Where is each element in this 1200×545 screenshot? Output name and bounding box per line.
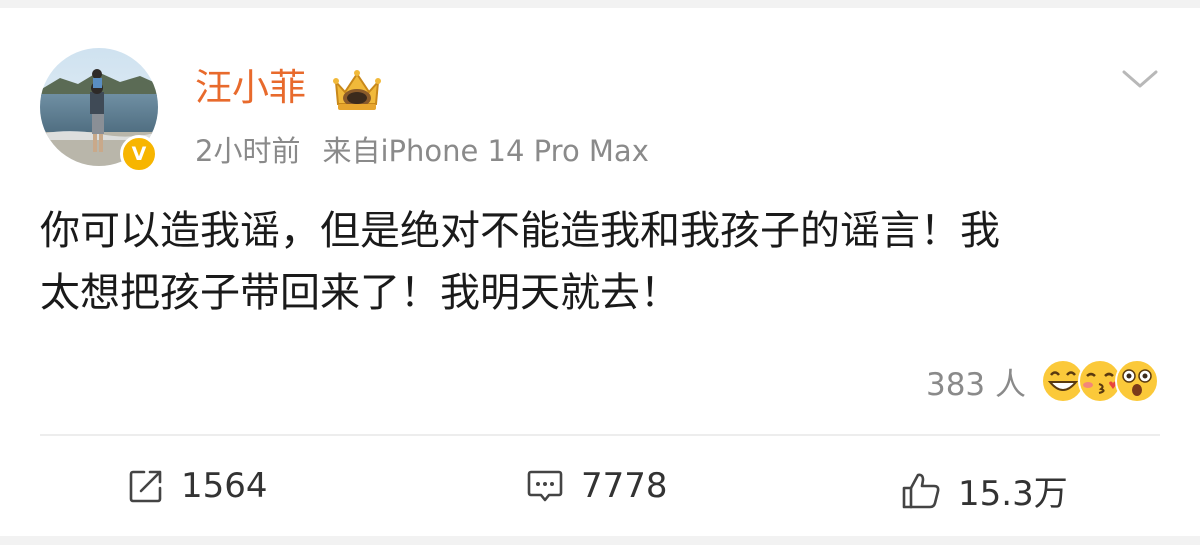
post-text: 你可以造我谣，但是绝对不能造我和我孩子的谣言！我 太想把孩子带回来了！我明天就去… xyxy=(40,208,1000,316)
like-button[interactable]: 15.3万 xyxy=(900,466,1068,515)
crown-badge-icon xyxy=(333,70,381,110)
weibo-post-card: V 汪小菲 2小时前 来自iPhone 14 Pro Max 你可以造我谣，但是绝… xyxy=(0,8,1200,536)
reaction-emojis xyxy=(1040,358,1160,404)
action-bar: 1564 7778 15.3万 xyxy=(0,460,1200,524)
post-meta: 2小时前 来自iPhone 14 Pro Max xyxy=(195,134,649,169)
verified-badge: V xyxy=(120,135,158,173)
chevron-down-icon[interactable] xyxy=(1120,66,1160,92)
repost-count: 1564 xyxy=(181,466,268,506)
surprised-face-icon xyxy=(1115,359,1159,403)
like-count: 15.3万 xyxy=(958,474,1068,514)
reactions-summary[interactable]: 383 人 xyxy=(926,357,1160,405)
thumbs-up-icon xyxy=(902,473,940,508)
repost-button[interactable]: 1564 xyxy=(127,466,268,506)
reaction-count: 383 人 xyxy=(925,366,1026,403)
verified-v-icon: V xyxy=(131,143,147,165)
post-time: 2小时前 xyxy=(195,134,301,168)
comment-button[interactable]: 7778 xyxy=(525,466,668,506)
comment-icon xyxy=(527,470,563,502)
comment-count: 7778 xyxy=(581,466,668,506)
share-icon xyxy=(129,470,162,503)
author-name[interactable]: 汪小菲 xyxy=(195,66,306,110)
post-source: 来自iPhone 14 Pro Max xyxy=(322,134,649,168)
divider xyxy=(40,434,1160,436)
